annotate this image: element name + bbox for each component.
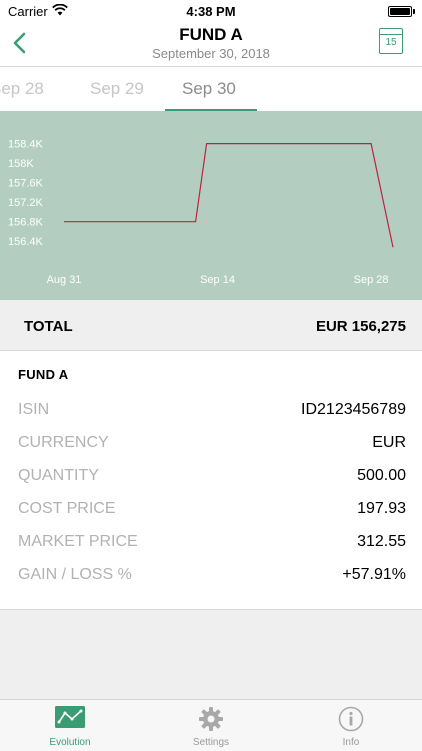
detail-value: ID2123456789 (301, 401, 406, 418)
evolution-chart: 158.4K 158K 157.6K 157.2K 156.8K 156.4K Aug 31… (0, 111, 422, 300)
detail-value: +57.91% (342, 566, 406, 583)
detail-label: MARKET PRICE (18, 533, 138, 550)
detail-label: GAIN / LOSS % (18, 566, 132, 583)
y-tick-label: 157.2K (8, 197, 44, 209)
tab-sep-28[interactable]: Sep 28 (0, 79, 44, 99)
detail-row-market-price: MARKET PRICE 312.55 (18, 533, 406, 566)
page-title: FUND A (179, 25, 243, 44)
tab-info[interactable]: Info (281, 700, 421, 751)
total-value: EUR 156,275 (315, 318, 406, 335)
detail-row-currency: CURRENCY EUR (18, 434, 406, 467)
x-tick-label: Sep 14 (200, 274, 235, 286)
navigation-bar: FUND A September 30, 2018 15 (0, 22, 422, 67)
tab-sep-29[interactable]: Sep 29 (90, 79, 144, 99)
fund-detail-card: FUND A ISIN ID2123456789 CURRENCY EUR QU… (0, 351, 422, 610)
status-bar: Carrier 4:38 PM (0, 0, 422, 22)
y-tick-label: 158K (8, 158, 34, 170)
tab-bar: Evolution Settings Info (0, 699, 422, 751)
detail-label: COST PRICE (18, 500, 116, 517)
fund-name: FUND A (18, 367, 69, 382)
tab-sep-30[interactable]: Sep 30 (182, 79, 236, 99)
detail-value: 197.93 (357, 500, 406, 517)
tab-evolution[interactable]: Evolution (0, 700, 140, 751)
tab-evolution-label: Evolution (49, 737, 91, 748)
detail-label: QUANTITY (18, 467, 99, 484)
battery-icon (388, 6, 415, 17)
y-tick-label: 158.4K (8, 139, 44, 151)
detail-label: ISIN (18, 401, 50, 418)
detail-value: EUR (372, 434, 406, 451)
tab-settings-label: Settings (192, 737, 230, 748)
tab-settings[interactable]: Settings (141, 700, 281, 751)
chart-icon (55, 706, 85, 728)
date-tabs: Sep 28 Sep 29 Sep 30 (0, 67, 422, 111)
y-tick-label: 156.8K (8, 217, 44, 229)
total-row: TOTAL EUR 156,275 (0, 302, 422, 351)
detail-value: 312.55 (357, 533, 406, 550)
status-time: 4:38 PM (186, 4, 236, 19)
chart-canvas: 158.4K 158K 157.6K 157.2K 156.8K 156.4K Aug 31… (8, 139, 394, 286)
info-icon (338, 706, 364, 732)
gear-icon (199, 707, 223, 731)
detail-label: CURRENCY (18, 434, 109, 451)
total-label: TOTAL (24, 318, 73, 335)
calendar-button[interactable]: 15 (379, 28, 403, 54)
y-tick-label: 157.6K (8, 178, 44, 190)
detail-row-quantity: QUANTITY 500.00 (18, 467, 406, 500)
y-tick-label: 156.4K (8, 236, 44, 248)
calendar-day: 15 (385, 37, 397, 48)
x-tick-label: Sep 28 (354, 274, 389, 286)
detail-row-cost-price: COST PRICE 197.93 (18, 500, 406, 533)
series-line (64, 142, 394, 248)
detail-value: 500.00 (357, 467, 406, 484)
detail-row-isin: ISIN ID2123456789 (18, 401, 406, 434)
x-tick-label: Aug 31 (47, 274, 82, 286)
tab-info-label: Info (342, 737, 360, 748)
page-subtitle: September 30, 2018 (152, 46, 270, 61)
detail-row-gain-loss: GAIN / LOSS % +57.91% (18, 566, 406, 599)
